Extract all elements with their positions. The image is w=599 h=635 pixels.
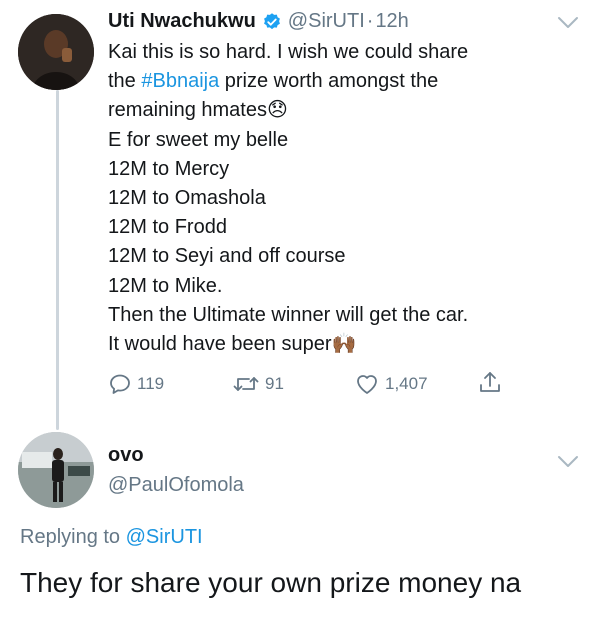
reply-author-avatar[interactable] [18,432,94,508]
tweet-header: Uti Nwachukwu @SirUTI · 12h [108,10,409,33]
share-button[interactable] [478,370,502,396]
tweet-line: 12M to Seyi and off course [108,245,346,268]
meta-separator: · [366,10,374,32]
disappointed-emoji: 😞 [266,99,288,122]
reply-author-handle[interactable]: @PaulOfomola [108,474,244,497]
retweet-button[interactable]: 91 [232,372,284,396]
tweet-line: the #Bbnaija prize worth amongst the [108,70,439,93]
reply-text: They for share your own prize money na [20,567,522,598]
replying-to-label: Replying to [20,526,121,548]
tweet-line: It would have been super🙌🏾 [108,333,357,356]
heart-icon [357,375,377,394]
tweet-line: 12M to Omashola [108,187,266,210]
reply-menu-chevron-icon[interactable] [557,455,579,474]
retweet-count: 91 [265,374,284,393]
avatar-photo [18,432,94,508]
hashtag-link[interactable]: #Bbnaija [141,70,219,92]
tweet-line: E for sweet my belle [108,128,289,151]
tweet-author-avatar[interactable] [18,14,94,90]
tweet-line: Then the Ultimate winner will get the ca… [108,303,469,326]
raising-hands-emoji: 🙌🏾 [331,333,357,356]
replying-to-handle-link[interactable]: @SirUTI [126,526,203,548]
tweet-timestamp[interactable]: 12h [375,10,408,33]
reply-author-name[interactable]: ovo [108,444,144,467]
share-icon [480,372,500,392]
replying-to: Replying to @SirUTI [20,526,203,549]
verified-badge-icon [262,12,282,32]
reply-count: 119 [137,374,165,393]
tweet-line: 12M to Mercy [108,157,230,180]
reply-icon [110,374,130,394]
thread-connector-line [56,90,59,430]
avatar-photo [18,14,94,90]
tweet-body: Kai this is so hard. I wish we could sha… [108,38,588,359]
author-name[interactable]: Uti Nwachukwu [108,10,256,33]
tweet-line: remaining hmates😞 [108,99,288,122]
tweet-line: 12M to Frodd [108,216,227,239]
like-button[interactable]: 1,407 [354,372,428,396]
retweet-icon [233,377,259,391]
tweet-menu-chevron-icon[interactable] [557,16,579,35]
tweet-line: 12M to Mike. [108,274,223,297]
tweet-line: Kai this is so hard. I wish we could sha… [108,41,469,63]
like-count: 1,407 [385,374,428,393]
reply-button[interactable]: 119 [108,372,164,396]
author-handle[interactable]: @SirUTI [288,10,365,33]
